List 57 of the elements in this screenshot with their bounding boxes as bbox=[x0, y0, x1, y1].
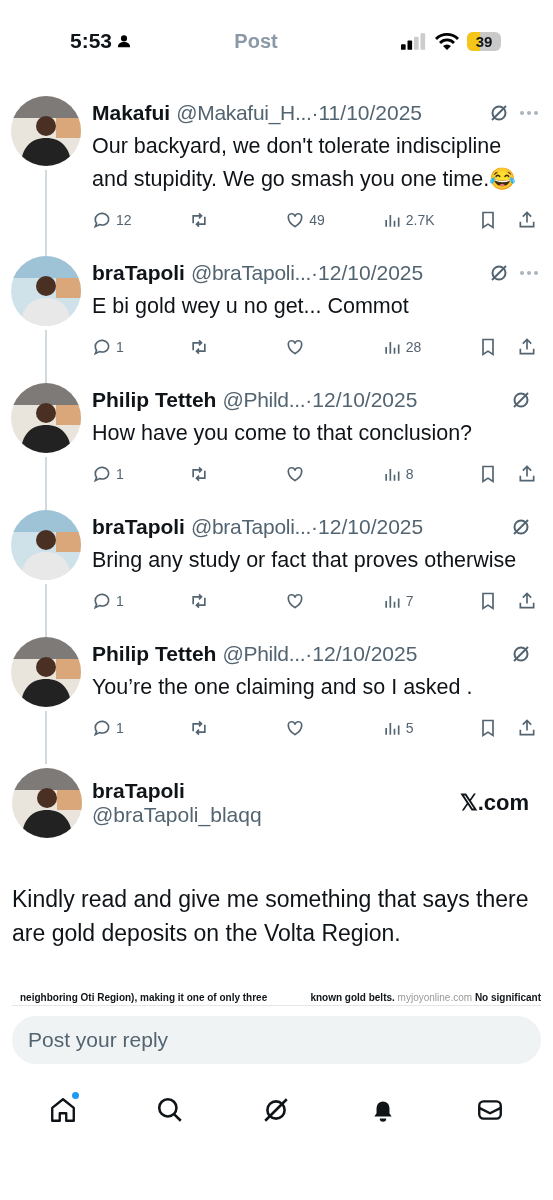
slashed-circle-icon[interactable] bbox=[489, 103, 509, 123]
post-text: Bring any study or fact that proves otherwise bbox=[92, 547, 518, 574]
author-handle: @braTapoli_blaqq bbox=[92, 803, 263, 827]
like-count: 49 bbox=[309, 212, 325, 228]
reply-count: 1 bbox=[116, 593, 124, 609]
author-name[interactable]: braTapoli bbox=[92, 261, 185, 285]
reply-icon[interactable] bbox=[92, 591, 112, 611]
reply-count: 1 bbox=[116, 466, 124, 482]
author-handle: @Makafui_H... bbox=[176, 101, 312, 125]
post-text: How have you come to that conclusion? bbox=[92, 420, 474, 447]
reply-icon[interactable] bbox=[92, 210, 112, 230]
view-count: 28 bbox=[405, 339, 422, 355]
post-text: You’re the one claiming and so I asked . bbox=[92, 674, 474, 701]
clock-time: 5:53 bbox=[70, 29, 113, 53]
author-name[interactable]: Philip Tetteh bbox=[92, 388, 217, 412]
post-date: ·11/10/2025 bbox=[311, 101, 423, 125]
slashed-circle-icon[interactable] bbox=[511, 644, 531, 664]
reply-icon[interactable] bbox=[92, 337, 112, 357]
article-snippet: No significant bbox=[474, 992, 541, 1003]
reply-icon[interactable] bbox=[92, 718, 112, 738]
author-handle: @Phild... bbox=[222, 642, 306, 666]
view-count: 2.7K bbox=[405, 212, 435, 228]
article-snippet: known gold belts. bbox=[310, 992, 395, 1003]
author-handle: @Phild... bbox=[222, 388, 306, 412]
slashed-circle-icon[interactable] bbox=[511, 390, 531, 410]
person-icon bbox=[117, 34, 132, 48]
reply-count: 1 bbox=[116, 720, 124, 736]
reply-count: 1 bbox=[116, 339, 124, 355]
signal-icon bbox=[401, 32, 427, 50]
post-date: ·12/10/2025 bbox=[311, 261, 424, 285]
home-icon[interactable] bbox=[49, 1096, 78, 1124]
author-name[interactable]: Philip Tetteh bbox=[92, 642, 217, 666]
slashed-circle-icon[interactable] bbox=[489, 263, 509, 283]
author-name[interactable]: braTapoli bbox=[92, 779, 454, 803]
notification-dot bbox=[72, 1092, 80, 1099]
author-handle: @braTapoli... bbox=[190, 261, 312, 285]
header-title: Post bbox=[233, 29, 279, 53]
source-label: 𝕏.com bbox=[459, 790, 529, 816]
view-count: 7 bbox=[405, 593, 414, 609]
post-date: ·12/10/2025 bbox=[305, 388, 418, 412]
view-count: 8 bbox=[405, 466, 414, 482]
article-snippet: neighboring Oti Region), making it one of only three bbox=[19, 992, 268, 1003]
post-date: ·12/10/2025 bbox=[311, 515, 424, 539]
author-handle: @braTapoli... bbox=[190, 515, 312, 539]
reply-count: 12 bbox=[116, 212, 132, 228]
post-text: Kindly read and give me something that says there are gold deposits on the Volta Region. bbox=[12, 885, 530, 948]
post-text: Our backyard, we don't tolerate indiscipline and stupidity. We go smash you one time.😂 bbox=[92, 133, 518, 193]
post-text: E bi gold wey u no get... Commot bbox=[92, 293, 410, 320]
author-name[interactable]: Makafui bbox=[92, 101, 171, 125]
author-name[interactable]: braTapoli bbox=[92, 515, 185, 539]
view-count: 5 bbox=[405, 720, 414, 736]
reply-field[interactable]: Post your reply bbox=[12, 1016, 541, 1064]
reply-icon[interactable] bbox=[92, 464, 112, 484]
post-date: ·12/10/2025 bbox=[305, 642, 418, 666]
search-icon[interactable] bbox=[155, 1096, 184, 1124]
slashed-circle-icon[interactable] bbox=[511, 517, 531, 537]
wifi-icon bbox=[435, 32, 459, 50]
